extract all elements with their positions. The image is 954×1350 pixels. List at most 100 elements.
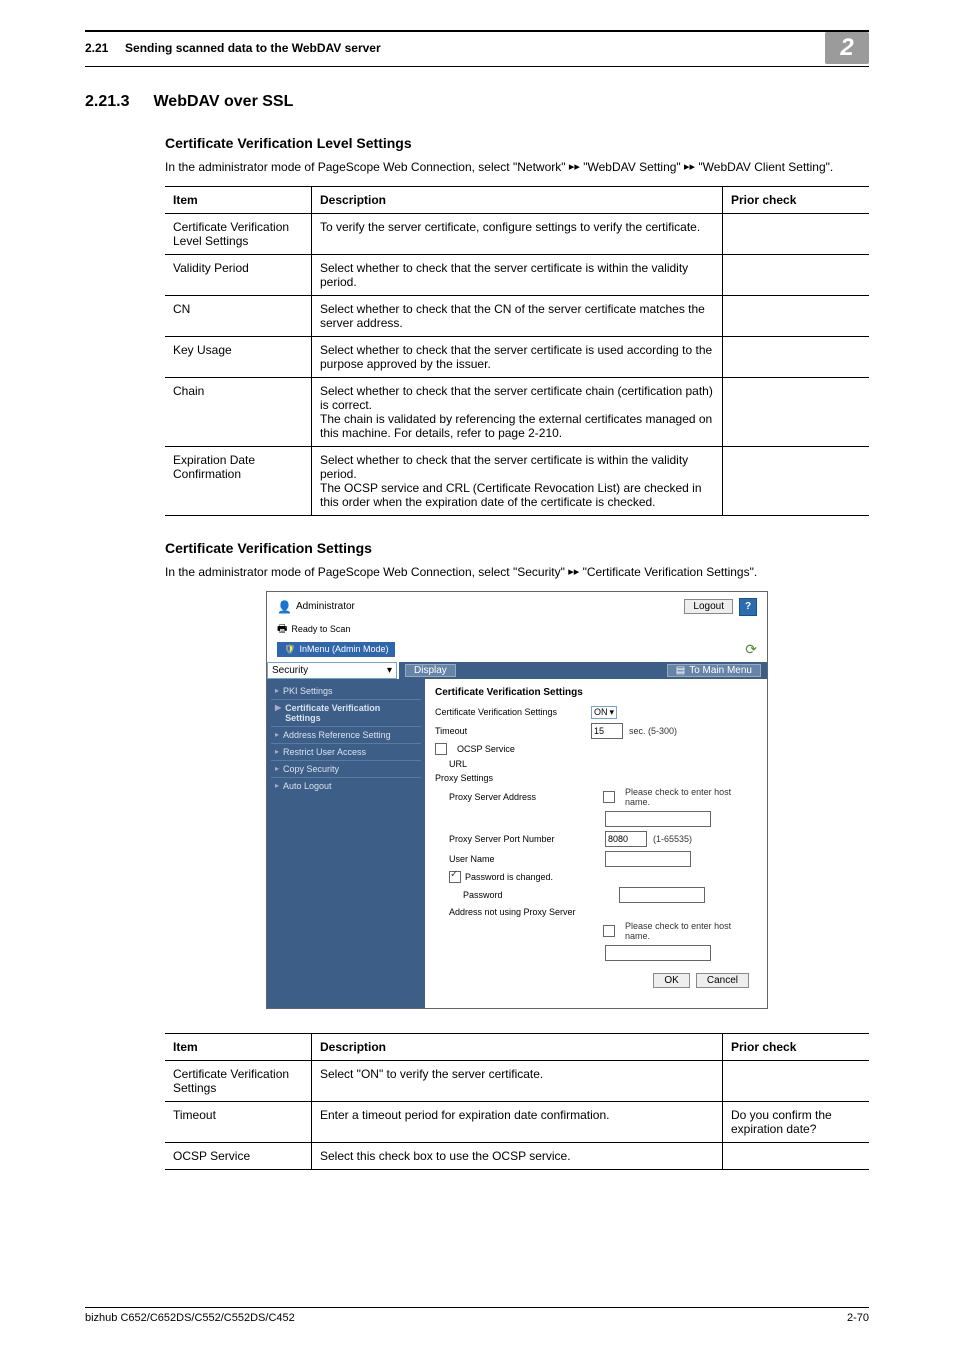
cvs-value: ON bbox=[594, 707, 608, 717]
cell-prior bbox=[723, 1060, 870, 1101]
sec1-intro-2: "WebDAV Setting" bbox=[583, 160, 684, 174]
table-row: Validity Period Select whether to check … bbox=[165, 254, 869, 295]
web-connection-screenshot: 👤 Administrator Logout ? 🖶 Ready to Scan… bbox=[266, 591, 768, 1009]
chevron-down-icon: ▾ bbox=[610, 707, 615, 718]
mode-text: InMenu (Admin Mode) bbox=[299, 644, 388, 654]
arrow-icon: ▸▸ bbox=[684, 161, 695, 173]
sec2-heading: Certificate Verification Settings bbox=[165, 540, 869, 556]
password-input[interactable] bbox=[619, 887, 705, 903]
cell-desc: Enter a timeout period for expiration da… bbox=[312, 1101, 723, 1142]
timeout-range: sec. (5-300) bbox=[629, 726, 677, 736]
sidebar-item-restrict[interactable]: ▸ Restrict User Access bbox=[271, 743, 421, 760]
table2: Item Description Prior check Certificate… bbox=[165, 1033, 869, 1170]
row-ocsp-label: OCSP Service bbox=[457, 744, 515, 754]
proxy-port-range: (1-65535) bbox=[653, 834, 692, 844]
sidebar-label: PKI Settings bbox=[283, 686, 333, 696]
cell-item: Certificate Verification Settings bbox=[165, 1060, 312, 1101]
admin-icon: 👤 bbox=[277, 600, 292, 614]
footer-right: 2-70 bbox=[847, 1312, 869, 1324]
table-row: OCSP Service Select this check box to us… bbox=[165, 1142, 869, 1169]
cell-prior: Do you confirm the expiration date? bbox=[723, 1101, 870, 1142]
table1-h1: Description bbox=[312, 186, 723, 213]
pwd-changed-checkbox[interactable] bbox=[449, 871, 461, 883]
logout-button[interactable]: Logout bbox=[684, 599, 733, 614]
sec1-heading: Certificate Verification Level Settings bbox=[165, 135, 869, 151]
sec2-intro-1: In the administrator mode of PageScope W… bbox=[165, 565, 565, 579]
refresh-icon[interactable]: ⟳ bbox=[745, 641, 757, 658]
admin-label: Administrator bbox=[296, 601, 355, 612]
cell-desc: To verify the server certificate, config… bbox=[312, 213, 723, 254]
header-section-no: 2.21 bbox=[85, 41, 108, 55]
nav-category-select[interactable]: Security ▾ bbox=[267, 662, 397, 679]
cell-prior bbox=[723, 213, 870, 254]
cell-item: Validity Period bbox=[165, 254, 312, 295]
printer-icon: 🖶 bbox=[277, 620, 287, 639]
timeout-input[interactable]: 15 bbox=[591, 723, 623, 739]
sidebar: ▸ PKI Settings ▶ Certificate Verificatio… bbox=[267, 679, 425, 1008]
triangle-icon: ▸ bbox=[275, 747, 279, 756]
table1-h2: Prior check bbox=[723, 186, 870, 213]
cell-prior bbox=[723, 254, 870, 295]
table-row: Chain Select whether to check that the s… bbox=[165, 377, 869, 446]
triangle-icon: ▸ bbox=[275, 764, 279, 773]
ok-button[interactable]: OK bbox=[653, 973, 689, 988]
cell-desc: Select whether to check that the CN of t… bbox=[312, 295, 723, 336]
hostname-note-1: Please check to enter host name. bbox=[625, 787, 757, 807]
row-proxy-addr-label: Proxy Server Address bbox=[435, 792, 597, 802]
hostname-checkbox-1[interactable] bbox=[603, 791, 615, 803]
cvs-select[interactable]: ON ▾ bbox=[591, 706, 617, 719]
noproxy-address-input[interactable] bbox=[605, 945, 711, 961]
display-button[interactable]: Display bbox=[405, 664, 456, 677]
proxy-address-input[interactable] bbox=[605, 811, 711, 827]
nav-select-value: Security bbox=[272, 665, 308, 676]
sidebar-item-copy-sec[interactable]: ▸ Copy Security bbox=[271, 760, 421, 777]
ocsp-checkbox[interactable] bbox=[435, 743, 447, 755]
sec1-intro-1: In the administrator mode of PageScope W… bbox=[165, 160, 569, 174]
arrow-icon: ▸▸ bbox=[568, 566, 579, 578]
cell-item: Certificate Verification Level Settings bbox=[165, 213, 312, 254]
table-row: Expiration Date Confirmation Select whet… bbox=[165, 446, 869, 515]
triangle-icon: ▸ bbox=[275, 730, 279, 739]
sec2-intro: In the administrator mode of PageScope W… bbox=[165, 564, 869, 581]
sec2-intro-2: "Certificate Verification Settings". bbox=[583, 565, 758, 579]
sidebar-label: Copy Security bbox=[283, 764, 339, 774]
sec1-intro: In the administrator mode of PageScope W… bbox=[165, 159, 869, 176]
status-text: Ready to Scan bbox=[291, 624, 350, 634]
sidebar-item-addr-ref[interactable]: ▸ Address Reference Setting bbox=[271, 726, 421, 743]
main-pane: Certificate Verification Settings Certif… bbox=[425, 679, 767, 1008]
cell-item: Expiration Date Confirmation bbox=[165, 446, 312, 515]
row-proxy-port-label: Proxy Server Port Number bbox=[435, 834, 599, 844]
mode-badge: 🛡 InMenu (Admin Mode) bbox=[277, 642, 395, 657]
triangle-icon: ▶ bbox=[275, 703, 281, 712]
help-button[interactable]: ? bbox=[739, 598, 757, 616]
page-footer: bizhub C652/C652DS/C552/C552DS/C452 2-70 bbox=[85, 1307, 869, 1324]
table1: Item Description Prior check Certificate… bbox=[165, 186, 869, 516]
proxy-port-input[interactable]: 8080 bbox=[605, 831, 647, 847]
cancel-button[interactable]: Cancel bbox=[696, 973, 749, 988]
table2-h0: Item bbox=[165, 1033, 312, 1060]
username-input[interactable] bbox=[605, 851, 691, 867]
row-cvs-label: Certificate Verification Settings bbox=[435, 707, 585, 717]
cell-item: Key Usage bbox=[165, 336, 312, 377]
table-row: Certificate Verification Settings Select… bbox=[165, 1060, 869, 1101]
cell-desc: Select whether to check that the server … bbox=[312, 336, 723, 377]
chevron-down-icon: ▾ bbox=[387, 665, 392, 676]
to-main-label: To Main Menu bbox=[689, 665, 752, 676]
cell-item: Timeout bbox=[165, 1101, 312, 1142]
sidebar-label: Address Reference Setting bbox=[283, 730, 391, 740]
sidebar-item-autologout[interactable]: ▸ Auto Logout bbox=[271, 777, 421, 794]
cell-desc: Select this check box to use the OCSP se… bbox=[312, 1142, 723, 1169]
cell-prior bbox=[723, 1142, 870, 1169]
row-url-label: URL bbox=[435, 759, 599, 769]
cell-item: CN bbox=[165, 295, 312, 336]
hostname-checkbox-2[interactable] bbox=[603, 925, 615, 937]
cell-prior bbox=[723, 446, 870, 515]
to-main-menu-button[interactable]: ▤ To Main Menu bbox=[667, 664, 761, 677]
table-row: Certificate Verification Level Settings … bbox=[165, 213, 869, 254]
table2-h2: Prior check bbox=[723, 1033, 870, 1060]
sidebar-item-cert-verif[interactable]: ▶ Certificate Verification Settings bbox=[271, 699, 421, 726]
table1-h0: Item bbox=[165, 186, 312, 213]
cell-item: OCSP Service bbox=[165, 1142, 312, 1169]
cell-desc: Select whether to check that the server … bbox=[312, 377, 723, 446]
sidebar-item-pki[interactable]: ▸ PKI Settings bbox=[271, 683, 421, 699]
